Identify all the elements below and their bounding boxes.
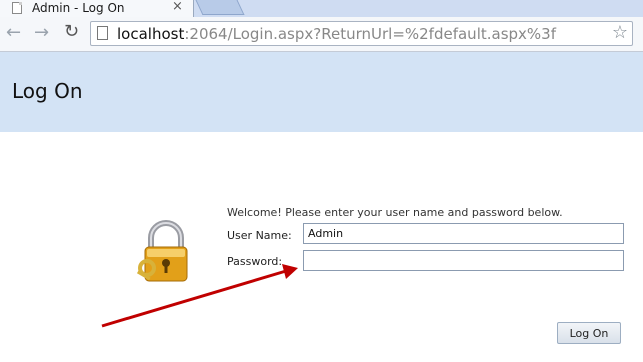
annotation-arrow [101,264,298,328]
arrow-head [282,264,298,279]
arrow-shaft [101,269,287,328]
